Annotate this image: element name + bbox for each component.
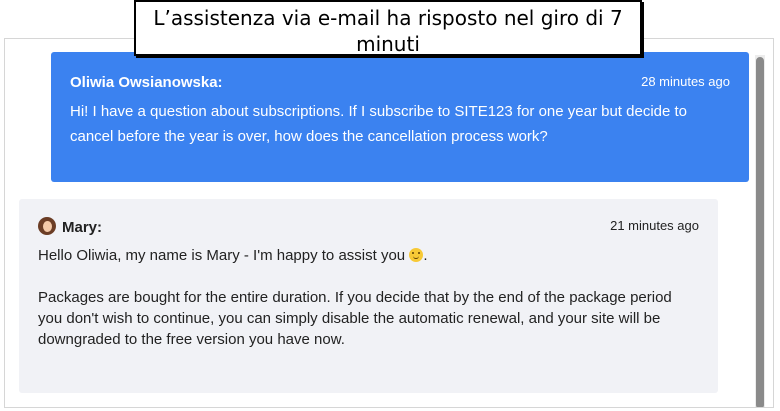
customer-message-time: 28 minutes ago [641,74,730,89]
caption-banner: L’assistenza via e-mail ha risposto nel … [134,0,642,56]
scrollbar[interactable] [755,55,765,407]
chat-transcript: Oliwia Owsianowska: 28 minutes ago Hi! I… [4,38,774,408]
scrollbar-thumb[interactable] [756,57,764,407]
agent-message-time: 21 minutes ago [610,218,699,233]
agent-name: Mary: [62,219,103,236]
smiley-emoji-icon [409,248,424,262]
customer-name: Oliwia Owsianowska: [70,74,223,91]
agent-greeting: Hello Oliwia, my name is Mary - I'm happ… [38,245,698,266]
agent-greeting-end: . [423,247,428,264]
agent-paragraph: Packages are bought for the entire durat… [38,289,672,348]
agent-message-text: Hello Oliwia, my name is Mary - I'm happ… [38,245,698,350]
customer-message: Oliwia Owsianowska: 28 minutes ago Hi! I… [51,52,749,182]
agent-message: Mary: 21 minutes ago Hello Oliwia, my na… [19,199,718,393]
agent-greeting-text: Hello Oliwia, my name is Mary - I'm happ… [38,247,406,264]
agent-avatar [38,217,56,235]
customer-message-text: Hi! I have a question about subscription… [70,103,688,145]
